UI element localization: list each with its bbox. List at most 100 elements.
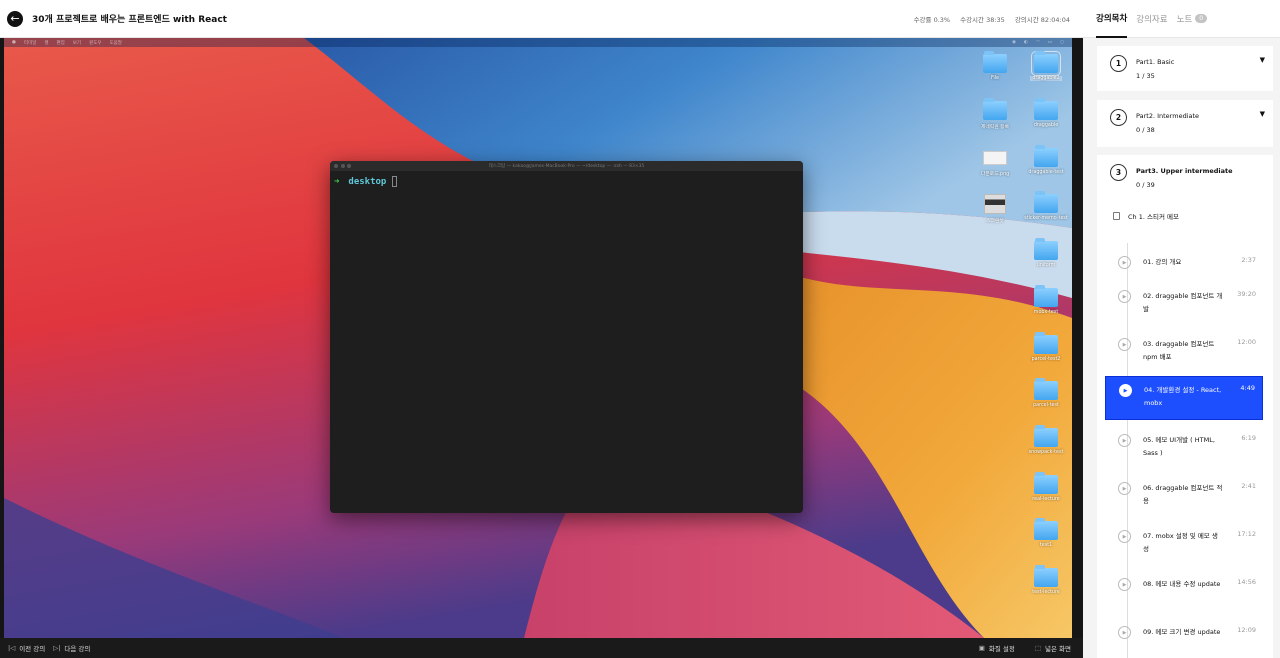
chevron-down-icon[interactable]: ▼ xyxy=(1260,110,1265,118)
lesson-duration: 12:09 xyxy=(1237,626,1256,634)
quality-icon: ▣ xyxy=(978,644,985,652)
chevron-down-icon[interactable]: ▼ xyxy=(1260,56,1265,64)
terminal-cursor xyxy=(392,176,398,187)
progress-rate: 수강률 0.3% xyxy=(913,15,951,24)
lesson-title: 07. mobx 설정 및 메모 생성 xyxy=(1143,532,1218,553)
part-progress: 0 / 39 xyxy=(1136,181,1155,189)
desktop-file: 스크린샷 xyxy=(970,194,1020,224)
back-arrow-icon[interactable]: ← xyxy=(7,10,23,27)
part-number: 2 xyxy=(1110,109,1127,126)
mac-menu-item: 도움말 xyxy=(109,40,122,46)
lesson-title: 06. draggable 컴포넌트 적용 xyxy=(1143,484,1223,505)
lesson-item[interactable]: ▶ 06. draggable 컴포넌트 적용 2:41 xyxy=(1105,475,1263,512)
lesson-duration: 39:20 xyxy=(1237,290,1256,298)
lesson-duration: 14:56 xyxy=(1237,578,1256,586)
player-controls: |◁ 이전 강의 ▷| 다음 강의 ▣ 화질 설정 ⬚ 넓은 화면 xyxy=(0,638,1083,658)
play-circle-icon: ▶ xyxy=(1118,338,1131,351)
desktop-folder: File xyxy=(970,51,1020,81)
apple-icon: ● xyxy=(12,40,16,45)
folder-icon xyxy=(1034,285,1058,307)
course-stats: 수강률 0.3% 수강시간 38:35 강의시간 82:04:04 xyxy=(914,14,1070,24)
desktop-folder: parcel-test xyxy=(1021,378,1071,408)
desktop-file: 다운로드.png xyxy=(970,148,1020,177)
terminal-window: 데스크탑 — kakao@James-MacBook-Pro — ~/deskt… xyxy=(330,161,803,513)
lesson-item[interactable]: ▶ 03. draggable 컴포넌트 npm 배포 12:00 xyxy=(1105,331,1263,368)
chapter-header[interactable]: Ch 1. 스티커 메모 xyxy=(1113,211,1179,221)
lesson-item[interactable]: ▶ 07. mobx 설정 및 메모 생성 17:12 xyxy=(1105,523,1263,560)
next-lecture-button[interactable]: ▷| 다음 강의 xyxy=(53,643,90,653)
wide-screen-button[interactable]: ⬚ 넓은 화면 xyxy=(1035,643,1071,653)
lesson-item-active[interactable]: ▶ 04. 개발환경 설정 - React, mobx 4:49 xyxy=(1105,376,1263,420)
folder-icon xyxy=(983,51,1007,73)
desktop-folder: uniform xyxy=(1021,238,1071,268)
desktop-folder: mobx-test xyxy=(1021,285,1071,315)
folder-icon xyxy=(1034,378,1058,400)
lesson-duration: 17:12 xyxy=(1237,530,1256,538)
lesson-item[interactable]: ▶ 08. 메모 내용 수정 update 14:56 xyxy=(1105,571,1263,608)
mac-menubar: ● 터미널 셸 편집 보기 윈도우 도움말 ◉ ◐ ◠ ▭ ○ xyxy=(4,38,1072,47)
terminal-titlebar: 데스크탑 — kakao@James-MacBook-Pro — ~/deskt… xyxy=(330,161,803,171)
desktop-folder: draggable2 xyxy=(1021,51,1071,81)
desktop-folder: real-lecture xyxy=(1021,472,1071,502)
play-circle-icon: ▶ xyxy=(1118,578,1131,591)
tab-curriculum[interactable]: 강의목차 xyxy=(1096,0,1128,38)
part-progress: 0 / 38 xyxy=(1136,126,1155,134)
play-circle-icon: ▶ xyxy=(1118,482,1131,495)
part-title: Part2. Intermediate xyxy=(1136,112,1200,120)
mac-menu-item: 윈도우 xyxy=(89,40,102,46)
lesson-item[interactable]: ▶ 05. 메모 UI개발 ( HTML, Sass ) 6:19 xyxy=(1105,427,1263,464)
document-icon xyxy=(1113,212,1120,220)
header: ← 30개 프로젝트로 배우는 프론트엔드 with React 수강률 0.3… xyxy=(0,0,1083,38)
desktop-folder: 제네릭원 등록 xyxy=(970,98,1020,130)
play-circle-icon: ▶ xyxy=(1118,530,1131,543)
status-icon: ◉ xyxy=(1011,40,1016,45)
mac-menu-item: 터미널 xyxy=(23,40,37,46)
image-file-icon xyxy=(983,151,1007,165)
desktop-folder: test-lecture xyxy=(1021,565,1071,595)
lesson-item[interactable]: ▶ 01. 강의 개요 2:37 xyxy=(1105,249,1263,286)
lesson-duration: 12:00 xyxy=(1237,338,1256,346)
lesson-title: 08. 메모 내용 수정 update xyxy=(1143,580,1221,588)
part-section[interactable]: 1 Part1. Basic 1 / 35 ▼ xyxy=(1097,46,1273,91)
play-circle-icon: ▶ xyxy=(1118,626,1131,639)
course-title: 30개 프로젝트로 배우는 프론트엔드 with React xyxy=(32,15,227,25)
desktop-folder: test1 xyxy=(1021,518,1071,548)
lesson-item[interactable]: ▶ 09. 메모 크기 변경 update 12:09 xyxy=(1105,619,1263,656)
lecture-time: 강의시간 82:04:04 xyxy=(1014,15,1070,24)
lesson-title: 04. 개발환경 설정 - React, mobx xyxy=(1144,386,1222,407)
notes-count-badge: 0 xyxy=(1195,14,1208,23)
prompt-directory: desktop xyxy=(348,176,387,187)
mac-menu-item: 보기 xyxy=(72,40,82,46)
desktop-folder: sticker-memo-test xyxy=(1021,191,1071,221)
part-section[interactable]: 2 Part2. Intermediate 0 / 38 ▼ xyxy=(1097,100,1273,147)
folder-icon xyxy=(1034,332,1058,354)
mac-menu-item: 셸 xyxy=(44,40,49,46)
prompt-arrow: ➜ xyxy=(334,176,340,187)
part-number: 3 xyxy=(1110,164,1127,181)
video-player[interactable]: ● 터미널 셸 편집 보기 윈도우 도움말 ◉ ◐ ◠ ▭ ○ 데스크탑 — k… xyxy=(0,38,1083,638)
lesson-title: 05. 메모 UI개발 ( HTML, Sass ) xyxy=(1143,436,1215,457)
status-icon: ◐ xyxy=(1023,40,1028,45)
folder-icon xyxy=(1034,145,1058,167)
lesson-duration: 2:41 xyxy=(1241,482,1256,490)
prev-lecture-button[interactable]: |◁ 이전 강의 xyxy=(8,643,45,653)
lesson-item[interactable]: ▶ 02. draggable 컴포넌트 개발 39:20 xyxy=(1105,283,1263,320)
lesson-title: 03. draggable 컴포넌트 npm 배포 xyxy=(1143,340,1215,361)
folder-icon xyxy=(1034,472,1058,494)
tab-materials[interactable]: 강의자료 xyxy=(1136,0,1167,38)
folder-icon xyxy=(1034,565,1058,587)
terminal-prompt: ➜ desktop xyxy=(334,176,803,187)
lesson-duration: 2:37 xyxy=(1241,256,1256,264)
play-circle-icon: ▶ xyxy=(1118,256,1131,269)
mac-menu-item: 편집 xyxy=(56,40,65,46)
quality-settings-button[interactable]: ▣ 화질 설정 xyxy=(979,643,1015,653)
tab-notes[interactable]: 노트 0 xyxy=(1177,0,1208,38)
lesson-title: 02. draggable 컴포넌트 개발 xyxy=(1143,292,1223,313)
part-section: 3 Part3. Upper intermediate 0 / 39 Ch 1.… xyxy=(1097,155,1273,658)
folder-icon xyxy=(983,98,1007,120)
part-title: Part1. Basic xyxy=(1136,58,1175,66)
desktop-folder: parcel-test2 xyxy=(1021,332,1071,362)
desktop-folder: draggable-test xyxy=(1021,145,1071,175)
folder-icon xyxy=(1034,98,1058,120)
search-icon: ○ xyxy=(1060,40,1064,45)
